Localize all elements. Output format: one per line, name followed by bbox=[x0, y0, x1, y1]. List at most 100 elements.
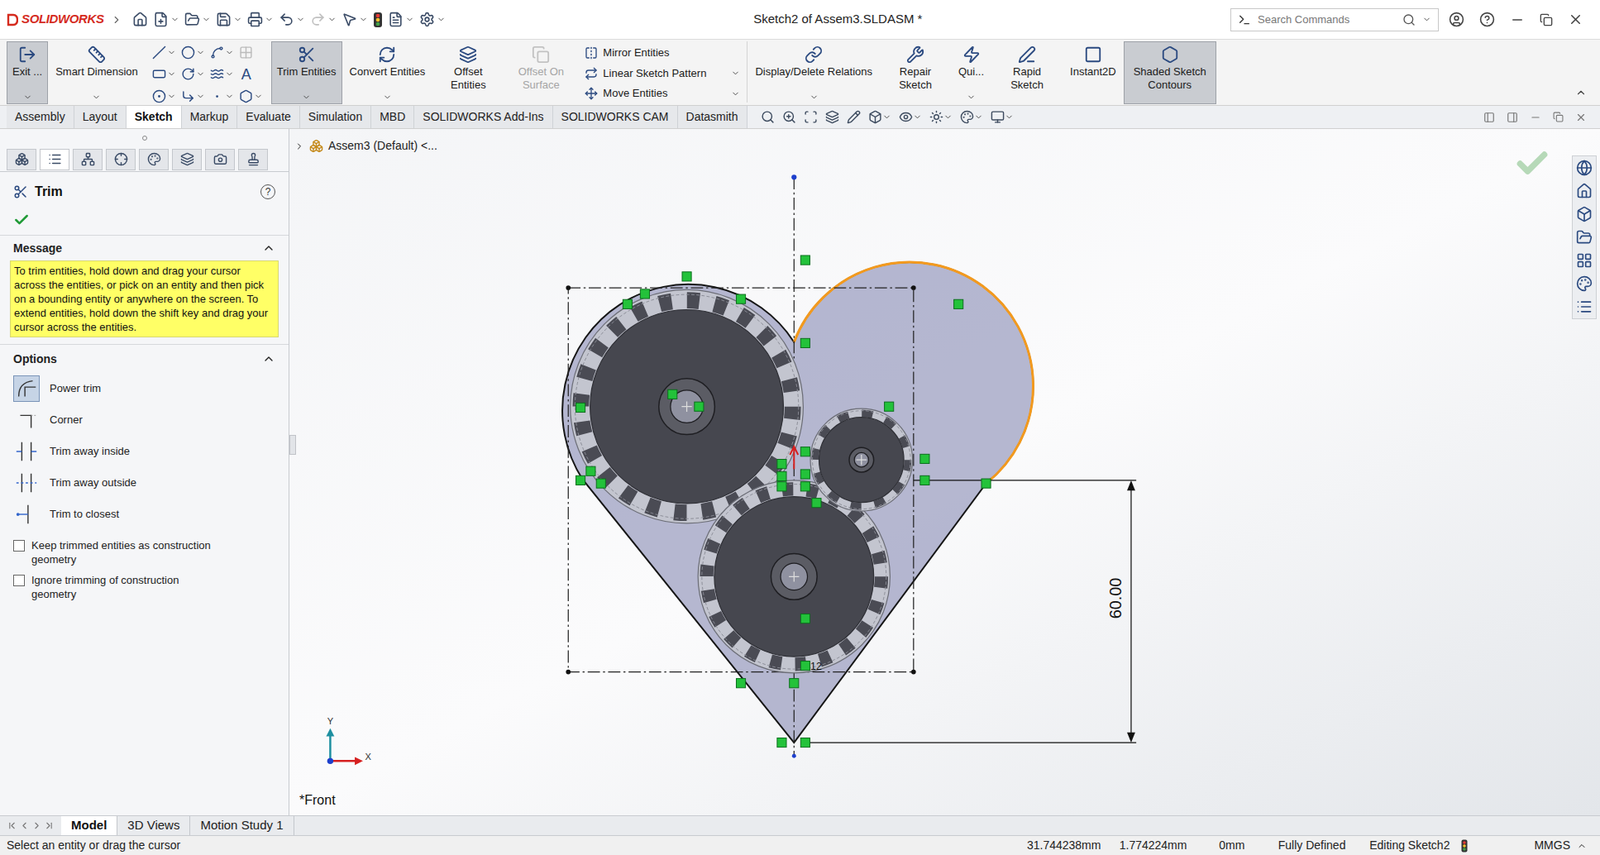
ribbon-small-button[interactable]: Move Entities bbox=[584, 84, 741, 103]
graphics-area[interactable]: 60.0012YXAssem3 (Default) <...*Front bbox=[289, 128, 1600, 816]
command-tab[interactable]: Sketch bbox=[126, 105, 182, 129]
line-icon[interactable] bbox=[152, 45, 167, 60]
model-tab[interactable]: 3D Views bbox=[117, 816, 191, 836]
print-icon[interactable] bbox=[247, 11, 263, 28]
dropdown-arrow-icon[interactable] bbox=[912, 112, 922, 122]
relation-marker[interactable] bbox=[777, 737, 787, 747]
command-tab[interactable]: Assembly bbox=[6, 105, 75, 129]
relation-marker[interactable] bbox=[800, 482, 810, 492]
section-header[interactable]: Message bbox=[0, 235, 289, 261]
relation-marker[interactable] bbox=[800, 447, 810, 457]
relation-marker[interactable] bbox=[777, 471, 787, 481]
relation-marker[interactable] bbox=[920, 453, 930, 464]
redo-icon[interactable] bbox=[310, 11, 326, 28]
section-header[interactable]: Options bbox=[0, 344, 289, 373]
relation-marker[interactable] bbox=[800, 255, 810, 265]
feature-tree-flyout[interactable]: Assem3 (Default) <... bbox=[294, 137, 438, 155]
dropdown-arrow-icon[interactable] bbox=[966, 92, 976, 102]
view-palette-icon[interactable] bbox=[1576, 252, 1593, 269]
text-icon[interactable]: A bbox=[238, 66, 254, 82]
relation-marker[interactable] bbox=[668, 389, 678, 399]
manager-tab[interactable] bbox=[6, 148, 37, 171]
relation-marker[interactable] bbox=[777, 482, 787, 492]
zoom-area-icon[interactable] bbox=[782, 109, 797, 125]
doc-close-icon[interactable] bbox=[1575, 111, 1587, 124]
model-tab[interactable]: Model bbox=[61, 816, 118, 836]
trim-option[interactable]: Corner bbox=[0, 404, 289, 436]
minimize-icon[interactable] bbox=[1509, 12, 1525, 28]
trim-option[interactable]: Power trim bbox=[0, 372, 289, 405]
ok-check-icon[interactable] bbox=[13, 211, 30, 229]
relation-marker[interactable] bbox=[694, 401, 704, 411]
grid-icon[interactable] bbox=[238, 45, 254, 60]
heart-profile[interactable] bbox=[562, 262, 1033, 743]
new-icon[interactable] bbox=[152, 11, 169, 28]
options-icon[interactable] bbox=[419, 11, 435, 28]
model-tab[interactable]: Motion Study 1 bbox=[190, 816, 294, 836]
relation-marker[interactable] bbox=[811, 498, 822, 508]
status-units[interactable]: MMGS bbox=[1533, 836, 1571, 855]
zoom-fit-icon[interactable] bbox=[760, 109, 775, 125]
option-checkbox[interactable]: Ignore trimming of construction geometry bbox=[13, 573, 276, 602]
ribbon-button[interactable]: Offset On Surface bbox=[505, 41, 577, 105]
command-tab[interactable]: SOLIDWORKS CAM bbox=[553, 105, 679, 129]
checkbox-box[interactable] bbox=[13, 574, 25, 587]
ribbon-button[interactable]: Qui... bbox=[952, 41, 990, 105]
dropdown-arrow-icon[interactable] bbox=[382, 92, 392, 102]
rebuild-status-icon[interactable] bbox=[1461, 839, 1468, 853]
checkbox-box[interactable] bbox=[13, 539, 25, 552]
dropdown-arrow-icon[interactable] bbox=[882, 112, 892, 122]
annotation-icon[interactable] bbox=[846, 109, 861, 125]
dropdown-arrow-icon[interactable] bbox=[233, 14, 243, 24]
dropdown-arrow-icon[interactable] bbox=[296, 14, 306, 24]
command-tab[interactable]: SOLIDWORKS Add-Ins bbox=[414, 105, 553, 129]
relation-marker[interactable] bbox=[800, 661, 810, 671]
search-commands[interactable]: Search Commands bbox=[1230, 8, 1439, 32]
ribbon-button[interactable]: Exit ... bbox=[6, 41, 48, 105]
collapse-icon[interactable] bbox=[262, 241, 276, 255]
small-gear[interactable] bbox=[810, 408, 913, 512]
scene-icon[interactable] bbox=[929, 109, 944, 125]
pm-help[interactable]: ? bbox=[260, 184, 276, 200]
custom-properties-icon[interactable] bbox=[1576, 298, 1593, 316]
dropdown-arrow-icon[interactable] bbox=[167, 91, 177, 101]
ribbon-button[interactable]: Convert Entities bbox=[343, 41, 432, 105]
file-explorer-icon[interactable] bbox=[1576, 229, 1593, 246]
slot-icon[interactable] bbox=[152, 89, 167, 104]
previous-view-icon[interactable] bbox=[803, 109, 818, 125]
dropdown-arrow-icon[interactable] bbox=[405, 14, 415, 24]
search-icon[interactable] bbox=[1402, 13, 1416, 27]
appearance-icon[interactable] bbox=[960, 109, 975, 125]
dropdown-arrow-icon[interactable] bbox=[809, 92, 819, 102]
trim-option[interactable]: Trim away inside bbox=[0, 435, 289, 468]
sketch-canvas[interactable]: 60.0012YX bbox=[289, 128, 1600, 816]
relation-marker[interactable] bbox=[622, 299, 632, 309]
spline-icon[interactable] bbox=[210, 45, 225, 60]
expand-menu-icon[interactable] bbox=[110, 14, 123, 26]
dropdown-arrow-icon[interactable] bbox=[167, 69, 177, 79]
manager-tab[interactable] bbox=[205, 148, 235, 171]
construction-rectangle[interactable] bbox=[568, 287, 914, 673]
file-properties-icon[interactable] bbox=[387, 11, 404, 28]
dropdown-arrow-icon[interactable] bbox=[1422, 14, 1432, 24]
dropdown-arrow-icon[interactable] bbox=[943, 112, 953, 122]
collapse-ribbon-icon[interactable] bbox=[1575, 86, 1587, 99]
view-settings-icon[interactable] bbox=[990, 109, 1005, 125]
collapse-icon[interactable] bbox=[262, 352, 276, 366]
relation-marker[interactable] bbox=[576, 475, 586, 485]
relation-marker[interactable] bbox=[735, 678, 746, 688]
manager-tab[interactable] bbox=[72, 148, 103, 171]
ribbon-button[interactable]: Smart Dimension bbox=[49, 41, 144, 105]
relation-marker[interactable] bbox=[735, 294, 746, 304]
manager-tab[interactable] bbox=[171, 148, 202, 171]
dropdown-arrow-icon[interactable] bbox=[170, 14, 180, 24]
ribbon-small-button[interactable]: Linear Sketch Pattern bbox=[584, 64, 741, 83]
dropdown-arrow-icon[interactable] bbox=[195, 91, 206, 101]
point-icon[interactable] bbox=[210, 89, 225, 104]
relation-marker[interactable] bbox=[920, 475, 930, 485]
trim-option[interactable]: Trim away outside bbox=[0, 467, 289, 499]
dropdown-arrow-icon[interactable] bbox=[224, 47, 235, 58]
dropdown-arrow-icon[interactable] bbox=[201, 14, 211, 24]
ribbon-small-button[interactable]: Mirror Entities bbox=[584, 43, 741, 63]
view-orientation-icon[interactable] bbox=[868, 109, 883, 125]
